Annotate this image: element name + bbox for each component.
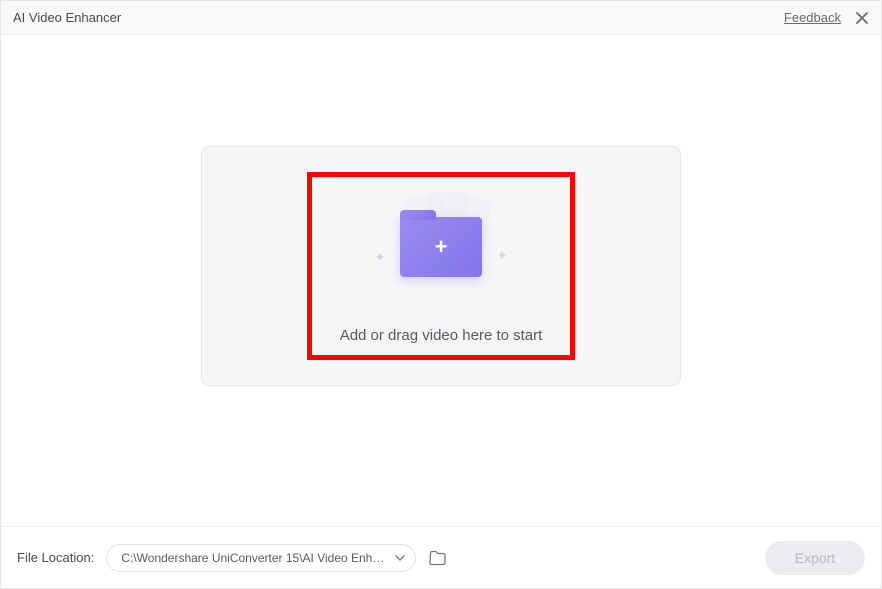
export-button[interactable]: Export <box>765 541 865 575</box>
titlebar: AI Video Enhancer Feedback <box>1 1 881 35</box>
app-window: AI Video Enhancer Feedback ✦ ✦ + <box>0 0 882 589</box>
browse-folder-icon[interactable] <box>428 549 448 567</box>
sparkle-icon: ✦ <box>496 247 508 264</box>
chevron-down-icon <box>395 555 405 561</box>
footer-bar: File Location: C:\Wondershare UniConvert… <box>1 526 881 588</box>
dropzone-highlight[interactable]: ✦ ✦ + Add or drag video here to start <box>307 172 575 360</box>
sparkle-icon: ✦ <box>374 249 386 266</box>
plus-icon: + <box>435 236 448 258</box>
file-location-select[interactable]: C:\Wondershare UniConverter 15\AI Video … <box>106 544 416 572</box>
file-location-label: File Location: <box>17 550 94 565</box>
video-dropzone[interactable]: ✦ ✦ + Add or drag video here to start <box>201 146 681 386</box>
dropzone-instruction: Add or drag video here to start <box>340 327 543 344</box>
add-video-illustration: ✦ ✦ + <box>376 187 506 287</box>
window-title: AI Video Enhancer <box>13 10 121 25</box>
feedback-link[interactable]: Feedback <box>784 10 841 25</box>
content-area: ✦ ✦ + Add or drag video here to start <box>1 35 881 526</box>
file-location-path: C:\Wondershare UniConverter 15\AI Video … <box>121 551 385 565</box>
folder-plus-icon: + <box>400 217 482 277</box>
titlebar-actions: Feedback <box>784 10 869 25</box>
close-icon[interactable] <box>855 11 869 25</box>
